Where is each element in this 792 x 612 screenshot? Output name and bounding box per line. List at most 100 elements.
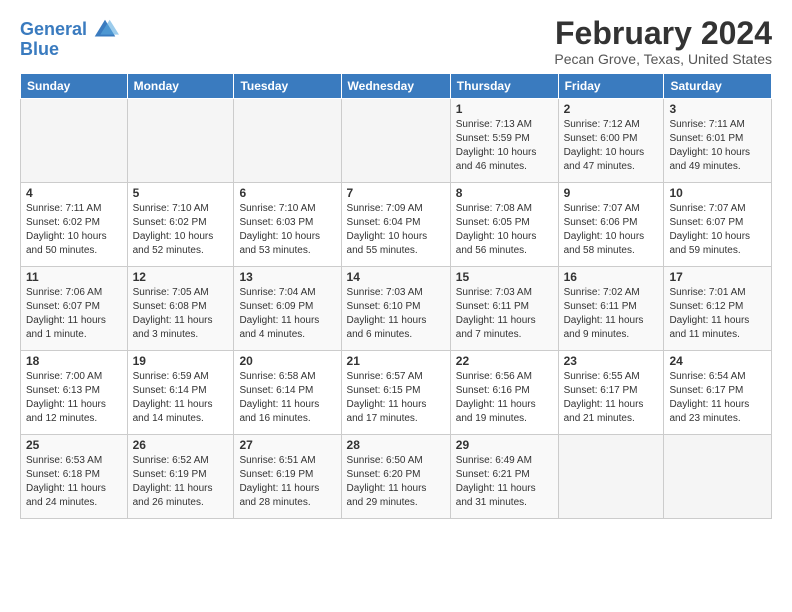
day-info: Sunrise: 7:12 AM Sunset: 6:00 PM Dayligh… [564, 118, 659, 174]
day-info: Sunrise: 7:07 AM Sunset: 6:07 PM Dayligh… [669, 202, 766, 258]
page: General Blue February 2024 Pecan Grove, … [0, 0, 792, 529]
day-number: 4 [26, 186, 122, 200]
day-info: Sunrise: 7:03 AM Sunset: 6:10 PM Dayligh… [347, 286, 445, 342]
logo-icon [91, 16, 119, 44]
day-cell: 3 Sunrise: 7:11 AM Sunset: 6:01 PM Daylig… [664, 99, 772, 183]
day-cell: 27 Sunrise: 6:51 AM Sunset: 6:19 PM Dayli… [234, 435, 341, 519]
day-cell: 21Sunrise: 6:57 AM Sunset: 6:15 PM Dayli… [341, 351, 450, 435]
day-cell: 26Sunrise: 6:52 AM Sunset: 6:19 PM Dayli… [127, 435, 234, 519]
week-row-3: 11 Sunrise: 7:06 AM Sunset: 6:07 PM Dayli… [21, 267, 772, 351]
day-number: 7 [347, 186, 445, 200]
day-cell: 10 Sunrise: 7:07 AM Sunset: 6:07 PM Dayli… [664, 183, 772, 267]
day-cell [341, 99, 450, 183]
day-info: Sunrise: 6:50 AM Sunset: 6:20 PM Dayligh… [347, 454, 445, 510]
day-info: Sunrise: 6:49 AM Sunset: 6:21 PM Dayligh… [456, 454, 553, 510]
day-cell: 7 Sunrise: 7:09 AM Sunset: 6:04 PM Daylig… [341, 183, 450, 267]
day-cell: 19 Sunrise: 6:59 AM Sunset: 6:14 PM Dayli… [127, 351, 234, 435]
logo-text: General [20, 20, 87, 40]
header: General Blue February 2024 Pecan Grove, … [20, 16, 772, 67]
day-info: Sunrise: 6:51 AM Sunset: 6:19 PM Dayligh… [239, 454, 335, 510]
day-number: 2 [564, 102, 659, 116]
day-number: 6 [239, 186, 335, 200]
day-number: 23 [564, 354, 659, 368]
week-row-4: 18 Sunrise: 7:00 AM Sunset: 6:13 PM Dayli… [21, 351, 772, 435]
day-cell: 22 Sunrise: 6:56 AM Sunset: 6:16 PM Dayli… [450, 351, 558, 435]
day-number: 17 [669, 270, 766, 284]
title-area: February 2024 Pecan Grove, Texas, United… [554, 16, 772, 67]
week-row-2: 4Sunrise: 7:11 AM Sunset: 6:02 PM Daylig… [21, 183, 772, 267]
day-info: Sunrise: 7:11 AM Sunset: 6:01 PM Dayligh… [669, 118, 766, 174]
day-number: 15 [456, 270, 553, 284]
day-number: 8 [456, 186, 553, 200]
days-header-row: SundayMondayTuesdayWednesdayThursdayFrid… [21, 74, 772, 99]
day-cell: 6Sunrise: 7:10 AM Sunset: 6:03 PM Daylig… [234, 183, 341, 267]
day-cell [21, 99, 128, 183]
day-cell: 12 Sunrise: 7:05 AM Sunset: 6:08 PM Dayli… [127, 267, 234, 351]
day-cell: 28 Sunrise: 6:50 AM Sunset: 6:20 PM Dayli… [341, 435, 450, 519]
day-cell: 15Sunrise: 7:03 AM Sunset: 6:11 PM Dayli… [450, 267, 558, 351]
day-info: Sunrise: 7:04 AM Sunset: 6:09 PM Dayligh… [239, 286, 335, 342]
main-title: February 2024 [554, 16, 772, 51]
day-cell: 2 Sunrise: 7:12 AM Sunset: 6:00 PM Daylig… [558, 99, 664, 183]
day-cell: 9Sunrise: 7:07 AM Sunset: 6:06 PM Daylig… [558, 183, 664, 267]
day-cell: 29 Sunrise: 6:49 AM Sunset: 6:21 PM Dayli… [450, 435, 558, 519]
day-number: 3 [669, 102, 766, 116]
day-info: Sunrise: 6:56 AM Sunset: 6:16 PM Dayligh… [456, 370, 553, 426]
day-number: 13 [239, 270, 335, 284]
day-info: Sunrise: 6:57 AM Sunset: 6:15 PM Dayligh… [347, 370, 445, 426]
day-info: Sunrise: 7:02 AM Sunset: 6:11 PM Dayligh… [564, 286, 659, 342]
day-info: Sunrise: 6:58 AM Sunset: 6:14 PM Dayligh… [239, 370, 335, 426]
calendar: SundayMondayTuesdayWednesdayThursdayFrid… [20, 73, 772, 519]
day-number: 5 [133, 186, 229, 200]
day-number: 14 [347, 270, 445, 284]
day-number: 22 [456, 354, 553, 368]
day-cell [234, 99, 341, 183]
day-info: Sunrise: 7:06 AM Sunset: 6:07 PM Dayligh… [26, 286, 122, 342]
day-cell: 25 Sunrise: 6:53 AM Sunset: 6:18 PM Dayli… [21, 435, 128, 519]
day-number: 24 [669, 354, 766, 368]
day-header-saturday: Saturday [664, 74, 772, 99]
day-cell: 13 Sunrise: 7:04 AM Sunset: 6:09 PM Dayli… [234, 267, 341, 351]
day-number: 12 [133, 270, 229, 284]
day-header-tuesday: Tuesday [234, 74, 341, 99]
day-cell: 20 Sunrise: 6:58 AM Sunset: 6:14 PM Dayli… [234, 351, 341, 435]
calendar-body: 1Sunrise: 7:13 AM Sunset: 5:59 PM Daylig… [21, 99, 772, 519]
day-header-wednesday: Wednesday [341, 74, 450, 99]
day-number: 20 [239, 354, 335, 368]
day-cell: 24 Sunrise: 6:54 AM Sunset: 6:17 PM Dayli… [664, 351, 772, 435]
logo: General Blue [20, 16, 119, 60]
week-row-1: 1Sunrise: 7:13 AM Sunset: 5:59 PM Daylig… [21, 99, 772, 183]
day-number: 19 [133, 354, 229, 368]
day-number: 28 [347, 438, 445, 452]
day-number: 27 [239, 438, 335, 452]
calendar-header: SundayMondayTuesdayWednesdayThursdayFrid… [21, 74, 772, 99]
day-info: Sunrise: 6:52 AM Sunset: 6:19 PM Dayligh… [133, 454, 229, 510]
day-info: Sunrise: 7:09 AM Sunset: 6:04 PM Dayligh… [347, 202, 445, 258]
day-cell: 4Sunrise: 7:11 AM Sunset: 6:02 PM Daylig… [21, 183, 128, 267]
day-number: 11 [26, 270, 122, 284]
week-row-5: 25 Sunrise: 6:53 AM Sunset: 6:18 PM Dayli… [21, 435, 772, 519]
day-info: Sunrise: 6:53 AM Sunset: 6:18 PM Dayligh… [26, 454, 122, 510]
day-info: Sunrise: 7:08 AM Sunset: 6:05 PM Dayligh… [456, 202, 553, 258]
day-cell: 8 Sunrise: 7:08 AM Sunset: 6:05 PM Daylig… [450, 183, 558, 267]
day-number: 10 [669, 186, 766, 200]
day-info: Sunrise: 6:54 AM Sunset: 6:17 PM Dayligh… [669, 370, 766, 426]
day-info: Sunrise: 6:55 AM Sunset: 6:17 PM Dayligh… [564, 370, 659, 426]
day-number: 16 [564, 270, 659, 284]
day-info: Sunrise: 7:01 AM Sunset: 6:12 PM Dayligh… [669, 286, 766, 342]
subtitle: Pecan Grove, Texas, United States [554, 51, 772, 67]
day-number: 29 [456, 438, 553, 452]
day-cell [664, 435, 772, 519]
day-cell: 17 Sunrise: 7:01 AM Sunset: 6:12 PM Dayli… [664, 267, 772, 351]
day-info: Sunrise: 7:05 AM Sunset: 6:08 PM Dayligh… [133, 286, 229, 342]
day-header-monday: Monday [127, 74, 234, 99]
day-number: 1 [456, 102, 553, 116]
day-cell [558, 435, 664, 519]
day-number: 18 [26, 354, 122, 368]
day-info: Sunrise: 7:00 AM Sunset: 6:13 PM Dayligh… [26, 370, 122, 426]
day-header-thursday: Thursday [450, 74, 558, 99]
day-cell: 11 Sunrise: 7:06 AM Sunset: 6:07 PM Dayli… [21, 267, 128, 351]
day-cell: 23 Sunrise: 6:55 AM Sunset: 6:17 PM Dayli… [558, 351, 664, 435]
day-number: 25 [26, 438, 122, 452]
day-info: Sunrise: 6:59 AM Sunset: 6:14 PM Dayligh… [133, 370, 229, 426]
